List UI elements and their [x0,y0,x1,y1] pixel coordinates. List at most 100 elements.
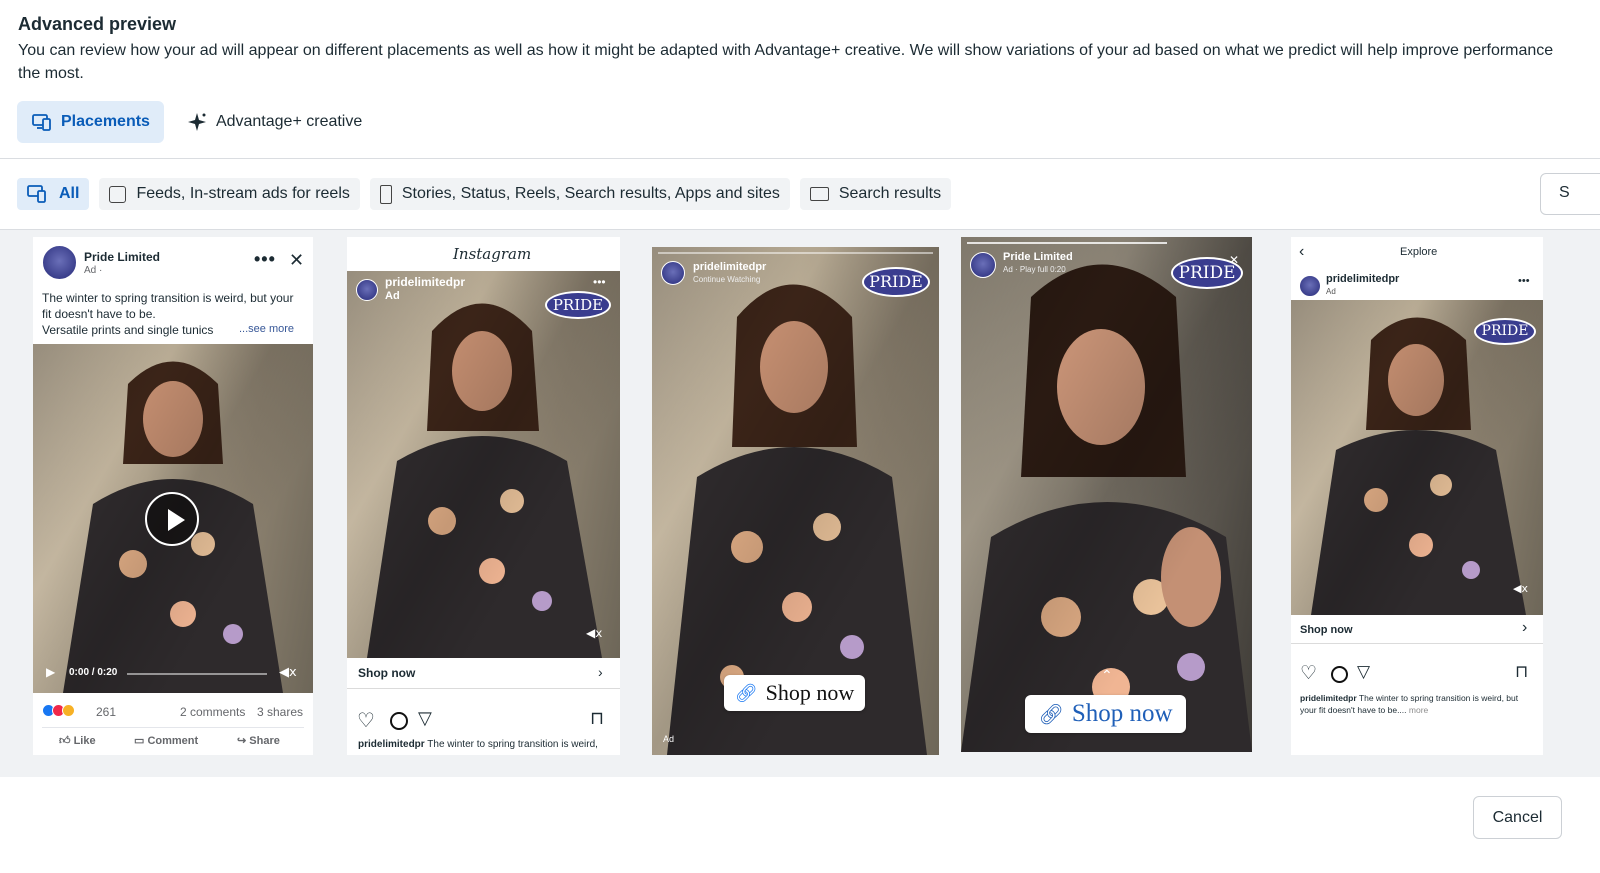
story-subtitle: Ad · Play full 0:20 [1003,265,1066,274]
phone-icon [379,184,392,204]
side-button[interactable]: S [1540,173,1600,215]
see-more-link[interactable]: ...see more [239,323,294,335]
cta-label: Shop now [765,680,855,705]
ig-feed-preview[interactable]: Instagram pridelimitedpr Ad ••• PRIDE ◀ⅹ… [347,237,620,755]
brand-logo: PRIDE [862,267,930,297]
divider [0,158,1600,159]
ad-text-line1: The winter to spring transition is weird… [42,291,294,305]
chevron-right-icon[interactable]: › [598,664,603,680]
ad-image: pridelimitedpr Ad ••• PRIDE ◀ⅹ [347,271,620,658]
caption-text: The winter to spring transition is weird… [427,739,598,750]
filter-all[interactable]: All [17,178,90,210]
story-progress [967,242,1167,244]
cta-label: Shop now [1071,700,1173,727]
caption-handle: pridelimitedpr [1300,693,1357,703]
close-icon[interactable]: ✕ [289,250,304,271]
shop-now-cta[interactable]: Shop now [1300,624,1353,636]
ig-story-preview[interactable]: pridelimitedpr Continue Watching PRIDE 🔗… [652,247,939,755]
view-tabs: Placements Advantage+ creative [17,101,376,143]
heart-icon[interactable]: ♡ [1300,662,1317,685]
fb-feed-preview[interactable]: Pride Limited Ad · ••• ✕ The winter to s… [33,237,313,755]
page-name: Pride Limited [84,250,161,264]
bookmark-icon[interactable]: ⊓ [1515,662,1528,682]
comments-count: 2 comments [180,705,246,719]
volume-icon[interactable]: ◀ⅹ [1513,582,1528,595]
tab-advantage-creative[interactable]: Advantage+ creative [172,101,376,143]
brand-logo: PRIDE [545,291,611,319]
sponsored-label: Ad [1326,287,1336,296]
instagram-logo: Instagram [453,245,532,263]
divider [1291,643,1543,644]
sparkle-icon [187,113,206,131]
divider [347,688,620,689]
like-label: Like [73,735,96,747]
preview-strip: Pride Limited Ad · ••• ✕ The winter to s… [0,229,1600,777]
volume-icon[interactable]: ◀ⅹ [586,626,602,640]
play-icon[interactable] [145,492,199,546]
explore-title: Explore [1400,246,1438,258]
filter-all-label: All [59,185,80,202]
share-icon: ↪ [237,735,250,747]
sponsored-label: Ad · [84,265,103,276]
ig-explore-preview[interactable]: ‹ Explore pridelimitedpr Ad ••• PRIDE ◀ⅹ… [1291,237,1543,755]
caption: pridelimitedpr The winter to spring tran… [1300,692,1536,716]
page-description: You can review how your ad will appear o… [18,42,1554,82]
video-progress[interactable] [127,673,267,675]
reactions-count: 261 [96,705,117,719]
filter-search[interactable]: Search results [799,178,952,210]
shop-now-cta[interactable]: 🔗︎ Shop now [724,675,865,711]
send-icon[interactable]: ▽ [1357,662,1370,682]
comment-icon[interactable] [390,712,408,730]
fb-story-preview[interactable]: Pride Limited Ad · Play full 0:20 PRIDE … [961,237,1252,752]
more-link[interactable]: more [1409,705,1428,715]
screen-icon [809,187,829,201]
avatar [1299,275,1321,297]
ad-image: PRIDE ◀ⅹ [1291,300,1543,615]
comment-label: Comment [147,735,199,747]
placements-icon [27,185,46,203]
volume-icon[interactable]: ◀ⅹ [279,664,297,680]
play-small-icon[interactable]: ▶ [46,665,55,679]
tab-placements[interactable]: Placements [17,101,164,143]
more-options-icon[interactable]: ••• [593,275,606,289]
shares-count: 3 shares [257,705,304,719]
comment-icon[interactable] [1331,666,1348,683]
filter-stories[interactable]: Stories, Status, Reels, Search results, … [369,178,790,210]
light-overlay [347,271,620,658]
placements-icon [32,114,51,131]
link-icon: 🔗︎ [1038,703,1064,726]
comment-icon: ▭ [134,735,148,747]
comment-button[interactable]: ▭ Comment [134,734,198,747]
avatar [970,252,996,278]
send-icon[interactable]: ▽ [418,708,432,729]
chevron-right-icon[interactable]: › [1522,619,1527,637]
shop-now-cta[interactable]: 🔗︎ Shop now [1025,695,1186,733]
story-subtitle: Continue Watching [693,275,761,284]
divider [42,727,304,728]
share-button[interactable]: ↪ Share [237,734,280,747]
sponsored-label: Ad [385,290,400,302]
more-options-icon[interactable]: ••• [1518,275,1530,287]
cancel-button[interactable]: Cancel [1473,796,1562,839]
back-icon[interactable]: ‹ [1299,243,1304,261]
caption-handle: pridelimitedpr [358,739,425,750]
ad-text-line2: fit doesn't have to be. [42,307,156,321]
close-icon[interactable]: ✕ [1229,253,1239,267]
shop-now-cta[interactable]: Shop now [358,666,415,680]
reaction-icons [42,704,75,717]
page-name: Pride Limited [1003,251,1073,263]
ad-video[interactable]: ▶ 0:00 / 0:20 ◀ⅹ [33,344,313,693]
ad-label: Ad [663,734,675,744]
placement-filters: All Feeds, In-stream ads for reels Stori… [17,178,952,210]
like-button[interactable]: 👍︎ Like [59,734,96,747]
feed-icon [109,185,127,203]
page-title: Advanced preview [18,14,177,34]
filter-feeds-label: Feeds, In-stream ads for reels [136,185,350,202]
heart-icon[interactable]: ♡ [357,708,375,733]
avatar [661,261,685,285]
filter-feeds[interactable]: Feeds, In-stream ads for reels [99,178,360,210]
chevron-up-icon[interactable]: ⌃ [1101,667,1113,684]
header: Advanced preview You can review how your… [18,14,1578,85]
more-options-icon[interactable]: ••• [254,249,276,270]
bookmark-icon[interactable]: ⊓ [590,708,604,729]
